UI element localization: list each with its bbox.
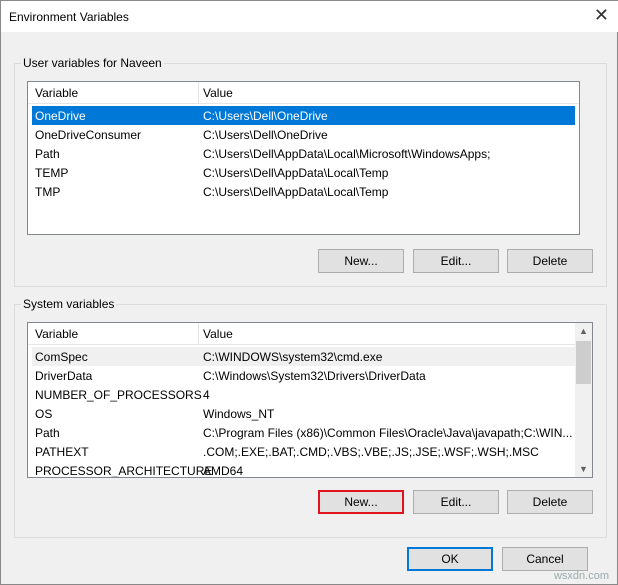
- row-value: C:\Users\Dell\OneDrive: [203, 109, 328, 123]
- row-variable: OneDriveConsumer: [35, 128, 142, 142]
- user-variables-list[interactable]: Variable Value OneDrive C:\Users\Dell\One…: [27, 81, 580, 235]
- system-variables-label: System variables: [21, 297, 117, 311]
- table-row[interactable]: DriverData C:\Windows\System32\Drivers\Dr…: [32, 366, 575, 385]
- scrollbar-thumb[interactable]: [576, 341, 591, 384]
- row-variable: Path: [35, 426, 60, 440]
- row-variable: DriverData: [35, 369, 93, 383]
- row-value: Windows_NT: [203, 407, 275, 421]
- system-variables-list[interactable]: Variable Value ComSpec C:\WINDOWS\system3…: [27, 322, 593, 478]
- table-row[interactable]: NUMBER_OF_PROCESSORS 4: [32, 385, 575, 404]
- row-variable: TMP: [35, 185, 61, 199]
- system-edit-button[interactable]: Edit...: [413, 490, 499, 514]
- scroll-down-icon[interactable]: ▼: [579, 464, 588, 474]
- row-value: .COM;.EXE;.BAT;.CMD;.VBS;.VBE;.JS;.JSE;.…: [203, 445, 539, 459]
- row-value: C:\Users\Dell\OneDrive: [203, 128, 328, 142]
- header-variable[interactable]: Variable: [35, 86, 78, 100]
- table-row[interactable]: OneDriveConsumer C:\Users\Dell\OneDrive: [32, 125, 575, 144]
- watermark: wsxdn.com: [553, 570, 609, 582]
- table-row[interactable]: PATHEXT .COM;.EXE;.BAT;.CMD;.VBS;.VBE;.JS…: [32, 442, 575, 461]
- user-variables-label: User variables for Naveen: [21, 56, 164, 70]
- table-row[interactable]: PROCESSOR_ARCHITECTURE AMD64: [32, 461, 575, 478]
- table-row[interactable]: Path C:\Program Files (x86)\Common Files\…: [32, 423, 575, 442]
- row-value: C:\Users\Dell\AppData\Local\Temp: [203, 185, 389, 199]
- cancel-button[interactable]: Cancel: [502, 547, 588, 571]
- table-row[interactable]: TMP C:\Users\Dell\AppData\Local\Temp: [32, 182, 575, 201]
- row-variable: NUMBER_OF_PROCESSORS: [35, 388, 202, 402]
- row-value: C:\Program Files (x86)\Common Files\Orac…: [203, 426, 573, 440]
- row-variable: OneDrive: [35, 109, 86, 123]
- scroll-up-icon[interactable]: ▲: [579, 326, 588, 336]
- table-row[interactable]: OneDrive C:\Users\Dell\OneDrive: [32, 106, 575, 125]
- header-value[interactable]: Value: [203, 327, 233, 341]
- list-header: Variable Value: [28, 82, 579, 104]
- table-row[interactable]: TEMP C:\Users\Dell\AppData\Local\Temp: [32, 163, 575, 182]
- row-value: AMD64: [203, 464, 244, 478]
- row-value: C:\Users\Dell\AppData\Local\Microsoft\Wi…: [203, 147, 491, 161]
- row-value: C:\WINDOWS\system32\cmd.exe: [203, 350, 383, 364]
- system-new-button[interactable]: New...: [318, 490, 404, 514]
- table-row[interactable]: OS Windows_NT: [32, 404, 575, 423]
- user-edit-button[interactable]: Edit...: [413, 249, 499, 273]
- ok-button[interactable]: OK: [407, 547, 493, 571]
- row-variable: Path: [35, 147, 60, 161]
- close-icon[interactable]: ✕: [594, 5, 609, 26]
- row-value: C:\Windows\System32\Drivers\DriverData: [203, 369, 426, 383]
- list-header: Variable Value: [28, 323, 576, 345]
- window-title: Environment Variables: [9, 10, 129, 24]
- row-variable: PROCESSOR_ARCHITECTURE: [35, 464, 213, 478]
- system-delete-button[interactable]: Delete: [507, 490, 593, 514]
- row-value: C:\Users\Dell\AppData\Local\Temp: [203, 166, 389, 180]
- row-variable: PATHEXT: [35, 445, 89, 459]
- row-value: 4: [203, 388, 210, 402]
- user-delete-button[interactable]: Delete: [507, 249, 593, 273]
- title-bar: Environment Variables ✕: [1, 1, 618, 32]
- header-value[interactable]: Value: [203, 86, 233, 100]
- row-variable: ComSpec: [35, 350, 88, 364]
- row-variable: TEMP: [35, 166, 69, 180]
- table-row[interactable]: Path C:\Users\Dell\AppData\Local\Microsof…: [32, 144, 575, 163]
- header-variable[interactable]: Variable: [35, 327, 78, 341]
- vertical-scrollbar[interactable]: ▲ ▼: [575, 323, 592, 477]
- row-variable: OS: [35, 407, 53, 421]
- table-row[interactable]: ComSpec C:\WINDOWS\system32\cmd.exe: [32, 347, 575, 366]
- user-new-button[interactable]: New...: [318, 249, 404, 273]
